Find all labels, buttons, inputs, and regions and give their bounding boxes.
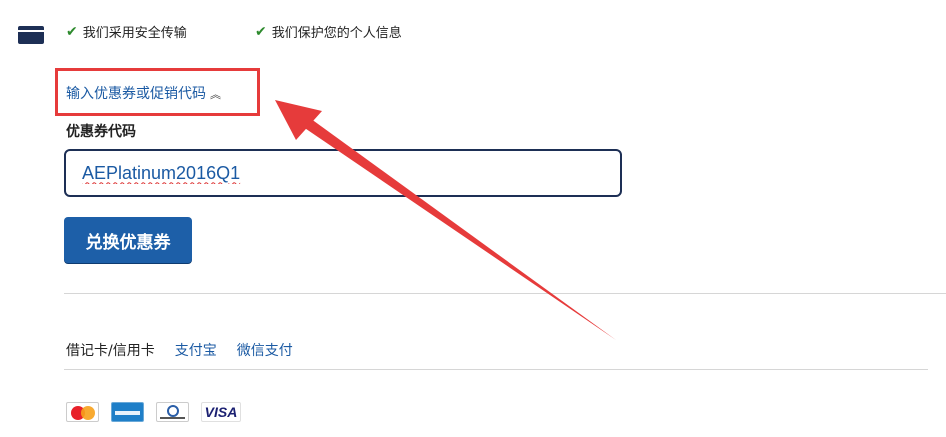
- arrow-shaft: [290, 108, 616, 340]
- annotation-arrow: [275, 100, 616, 340]
